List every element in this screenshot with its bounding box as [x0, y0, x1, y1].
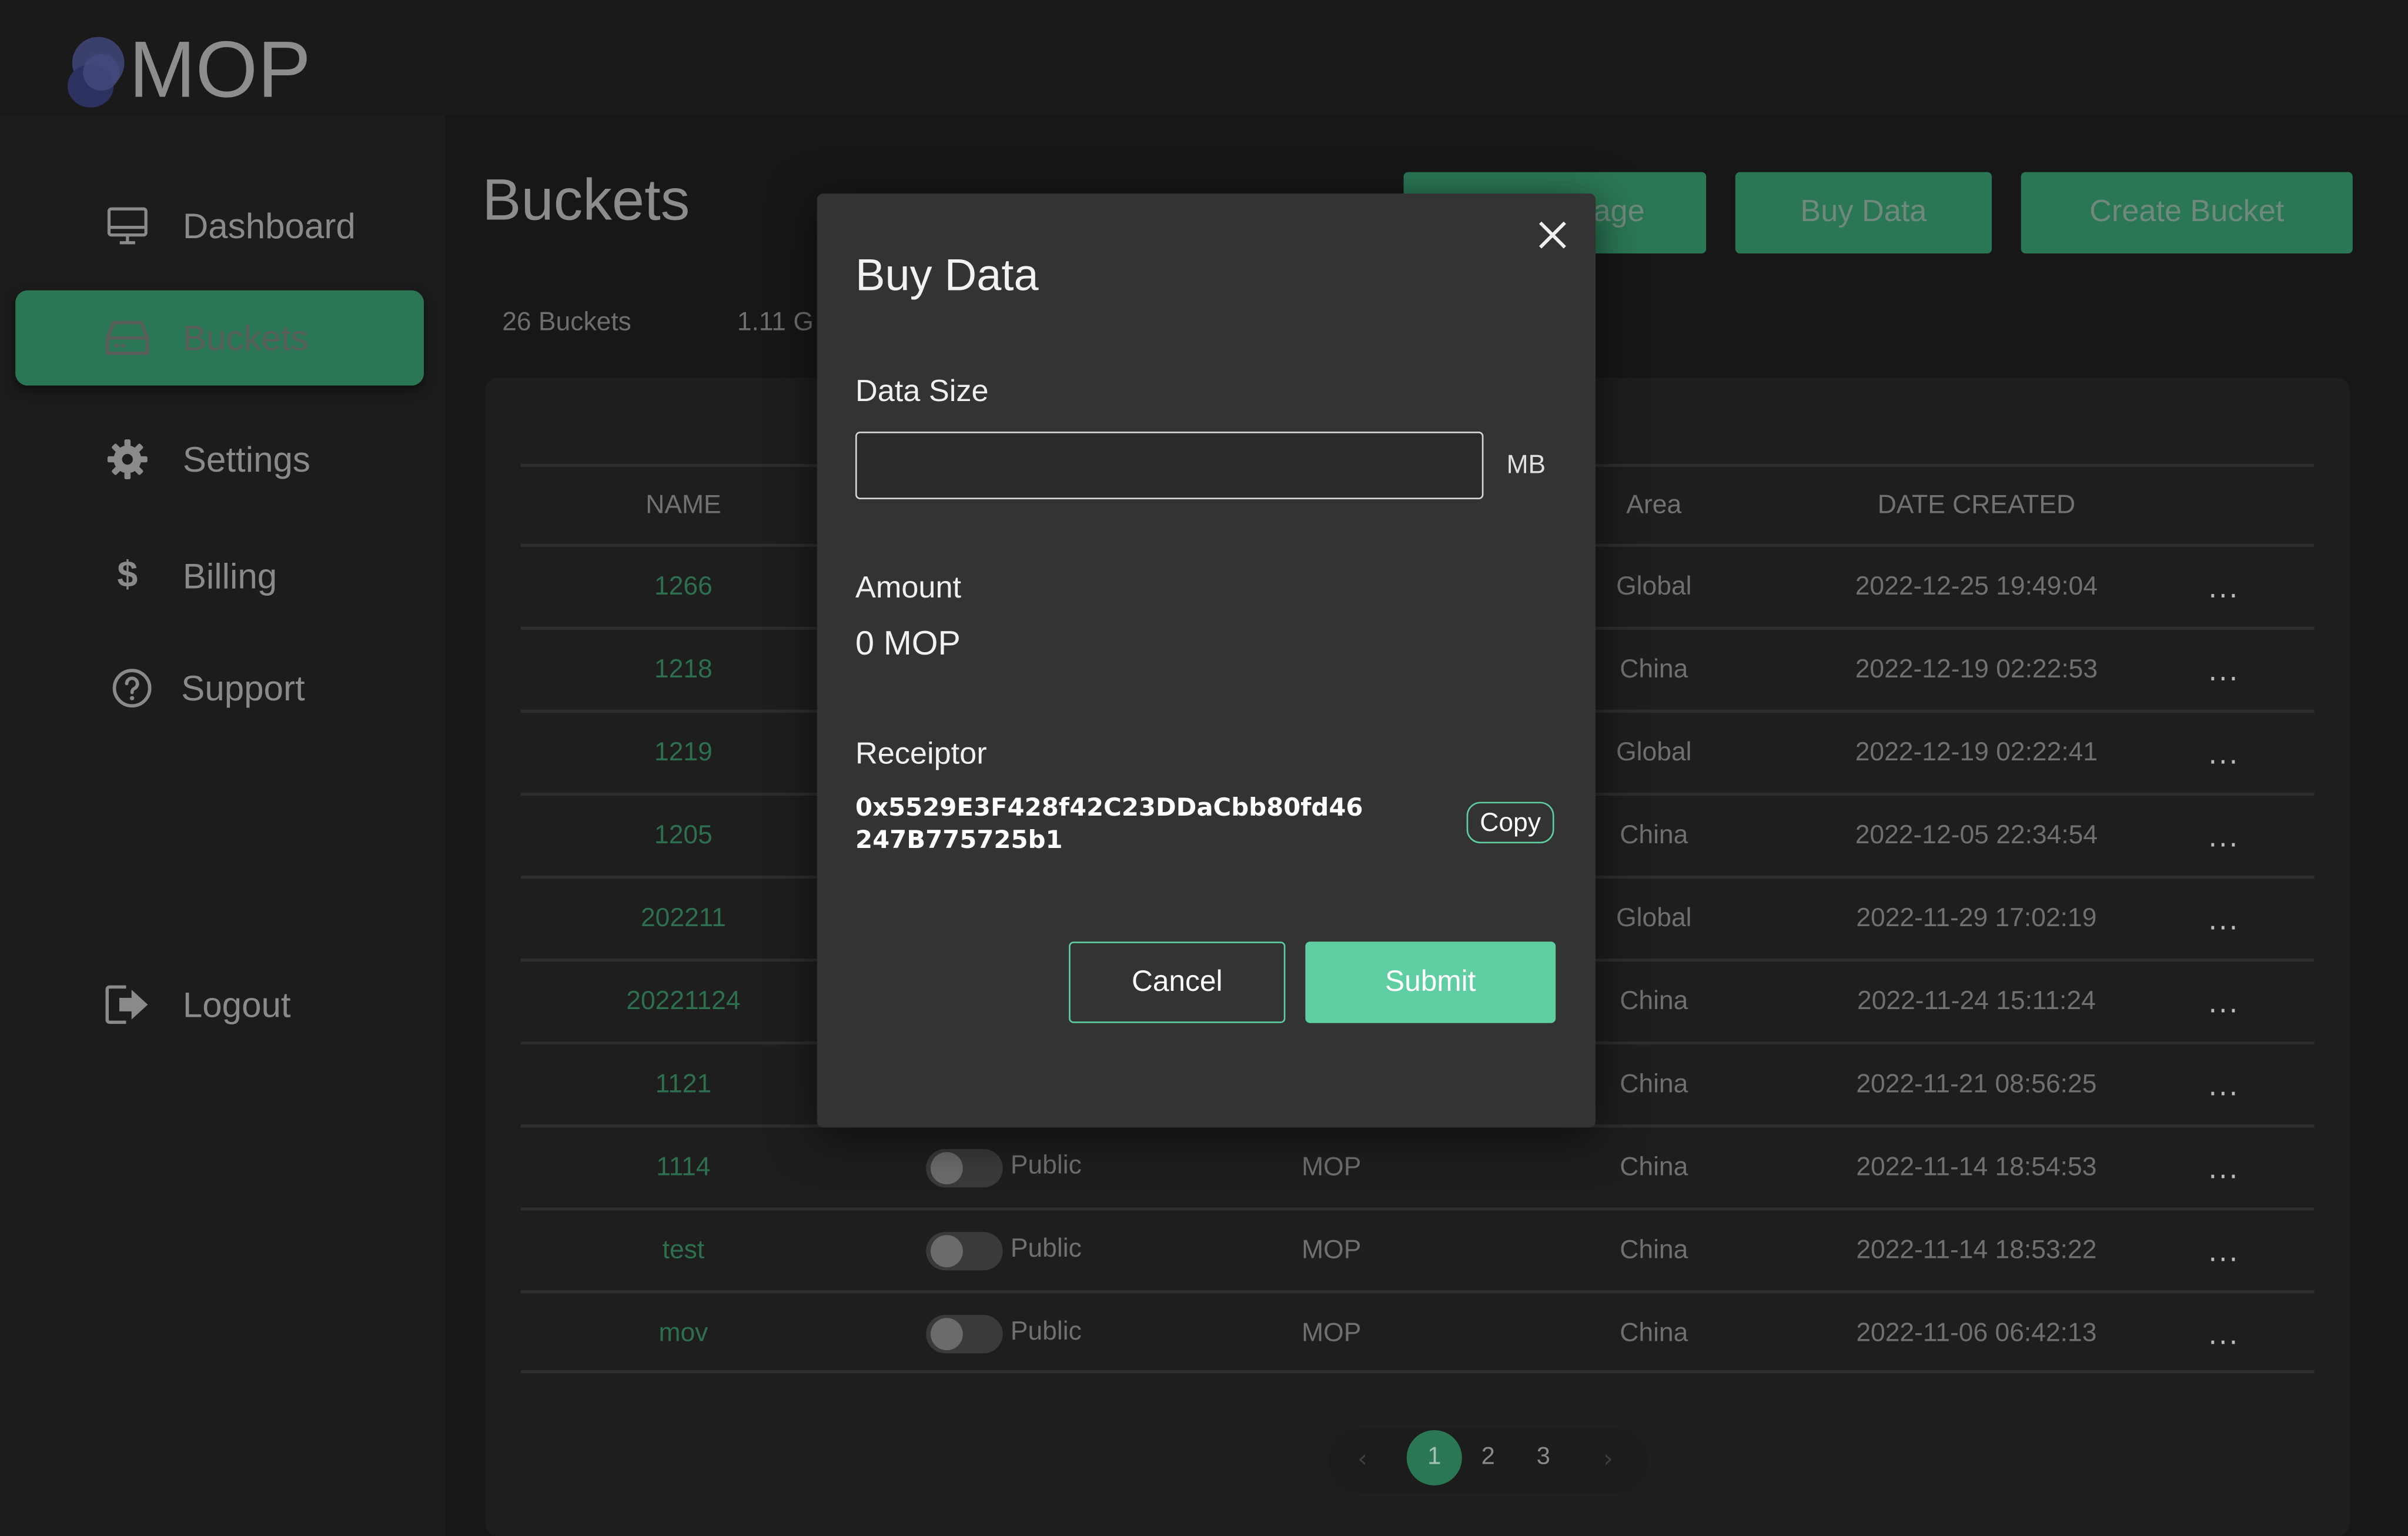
modal-title: Buy Data: [855, 252, 1039, 301]
sidebar-item-label: Buckets: [182, 317, 309, 358]
submit-button[interactable]: Submit: [1305, 941, 1556, 1023]
row-menu-button[interactable]: ...: [2208, 1320, 2245, 1352]
logo-text: MOP: [129, 26, 311, 115]
public-toggle[interactable]: [926, 1148, 1003, 1188]
bucket-area: China: [1620, 1318, 1688, 1347]
bucket-date: 2022-11-29 17:02:19: [1856, 903, 2097, 933]
storage-size: 1.11 G: [737, 307, 814, 337]
bucket-date: 2022-11-24 15:11:24: [1857, 986, 2096, 1016]
data-size-input[interactable]: [855, 432, 1484, 499]
row-menu-button[interactable]: ...: [2208, 1154, 2245, 1186]
logout-button[interactable]: Logout: [15, 957, 424, 1052]
amount-label: Amount: [855, 571, 962, 606]
column-header-date: DATE CREATED: [1877, 490, 2076, 519]
buy-data-modal: Buy Data Data Size MB Amount 0 MOP Recei…: [817, 193, 1596, 1128]
bucket-name-link[interactable]: 1218: [530, 653, 837, 686]
buy-data-button[interactable]: Buy Data: [1735, 172, 1992, 254]
row-menu-button[interactable]: ...: [2208, 1237, 2245, 1269]
row-divider: [520, 1207, 2315, 1211]
create-bucket-button[interactable]: Create Bucket: [2021, 172, 2353, 254]
drive-icon: [105, 315, 150, 361]
app-root: MOP Dashboard Buckets Settings $ Billing…: [0, 0, 2408, 1536]
receiptor-address: 0x5529E3F428f42C23DDaCbb80fd46247B775725…: [855, 792, 1363, 854]
data-size-unit: MB: [1506, 450, 1546, 480]
row-divider: [520, 1370, 2315, 1374]
sidebar-item-label: Logout: [182, 984, 291, 1024]
bucket-provider: MOP: [1302, 1152, 1362, 1181]
close-icon[interactable]: [1533, 215, 1573, 255]
sidebar-item-label: Billing: [182, 555, 277, 596]
logo-icon: [67, 36, 125, 108]
page-3-button[interactable]: 3: [1516, 1430, 1571, 1485]
bucket-name-link[interactable]: mov: [530, 1317, 837, 1350]
bucket-name-link[interactable]: 1114: [530, 1151, 837, 1184]
access-label: Public: [1010, 1316, 1082, 1346]
row-menu-button[interactable]: ...: [2208, 905, 2245, 937]
monitor-icon: [105, 203, 150, 249]
bucket-area: China: [1620, 1235, 1688, 1264]
receiptor-label: Receiptor: [855, 737, 987, 772]
public-toggle[interactable]: [926, 1231, 1003, 1271]
copy-button[interactable]: Copy: [1466, 802, 1554, 844]
bucket-date: 2022-11-14 18:53:22: [1856, 1235, 2097, 1264]
access-label: Public: [1010, 1150, 1082, 1180]
access-label: Public: [1010, 1233, 1082, 1263]
bucket-date: 2022-12-19 02:22:53: [1855, 654, 2098, 684]
manage-button-label: age: [1593, 195, 1645, 229]
sidebar-item-dashboard[interactable]: Dashboard: [15, 178, 424, 273]
bucket-name-link[interactable]: 202211: [530, 901, 837, 935]
help-circle-icon: [109, 665, 155, 711]
page-title: Buckets: [482, 169, 690, 234]
bucket-date: 2022-12-19 02:22:41: [1855, 737, 2098, 767]
sidebar-item-label: Support: [181, 667, 305, 707]
row-menu-button[interactable]: ...: [2208, 988, 2245, 1020]
toggle-knob: [930, 1318, 963, 1351]
row-menu-button[interactable]: ...: [2208, 573, 2245, 605]
toggle-knob: [930, 1235, 963, 1268]
page-1-button[interactable]: 1: [1406, 1430, 1462, 1485]
cancel-button[interactable]: Cancel: [1069, 941, 1286, 1023]
dollar-icon: $: [117, 555, 138, 596]
next-page-button[interactable]: ›: [1603, 1444, 1613, 1473]
column-header-name: NAME: [646, 490, 721, 519]
row-menu-button[interactable]: ...: [2208, 739, 2245, 771]
sidebar-item-buckets[interactable]: Buckets: [15, 290, 424, 386]
bucket-provider: MOP: [1302, 1318, 1362, 1347]
bucket-date: 2022-11-06 06:42:13: [1856, 1318, 2097, 1347]
bucket-count: 26 Buckets: [502, 307, 631, 337]
sidebar-item-billing[interactable]: $ Billing: [15, 529, 424, 624]
bucket-area: China: [1620, 1152, 1688, 1181]
gear-icon: [105, 436, 150, 482]
row-divider: [520, 1290, 2315, 1294]
row-menu-button[interactable]: ...: [2208, 822, 2245, 854]
bucket-date: 2022-12-25 19:49:04: [1855, 571, 2098, 601]
prev-page-button[interactable]: ‹: [1357, 1444, 1367, 1473]
bucket-name-link[interactable]: test: [530, 1234, 837, 1267]
bucket-date: 2022-11-21 08:56:25: [1856, 1069, 2097, 1098]
bucket-date: 2022-12-05 22:34:54: [1855, 820, 2098, 850]
toggle-knob: [930, 1152, 963, 1185]
amount-value: 0 MOP: [855, 623, 961, 662]
top-bar: [0, 0, 2408, 115]
public-toggle[interactable]: [926, 1315, 1003, 1354]
bucket-name-link[interactable]: 1219: [530, 736, 837, 769]
sidebar-item-settings[interactable]: Settings: [15, 412, 424, 507]
sidebar-item-support[interactable]: Support: [15, 640, 424, 736]
sidebar-item-label: Settings: [182, 438, 310, 479]
row-menu-button[interactable]: ...: [2208, 656, 2245, 688]
bucket-date: 2022-11-14 18:54:53: [1856, 1152, 2097, 1181]
logout-icon: [105, 981, 150, 1027]
bucket-name-link[interactable]: 1266: [530, 570, 837, 603]
bucket-name-link[interactable]: 1205: [530, 819, 837, 852]
sidebar-item-label: Dashboard: [182, 205, 356, 245]
bucket-name-link[interactable]: 1121: [530, 1067, 837, 1101]
row-menu-button[interactable]: ...: [2208, 1071, 2245, 1103]
data-size-label: Data Size: [855, 375, 989, 409]
bucket-provider: MOP: [1302, 1235, 1362, 1264]
page-2-button[interactable]: 2: [1460, 1430, 1516, 1485]
bucket-name-link[interactable]: 20221124: [530, 984, 837, 1018]
